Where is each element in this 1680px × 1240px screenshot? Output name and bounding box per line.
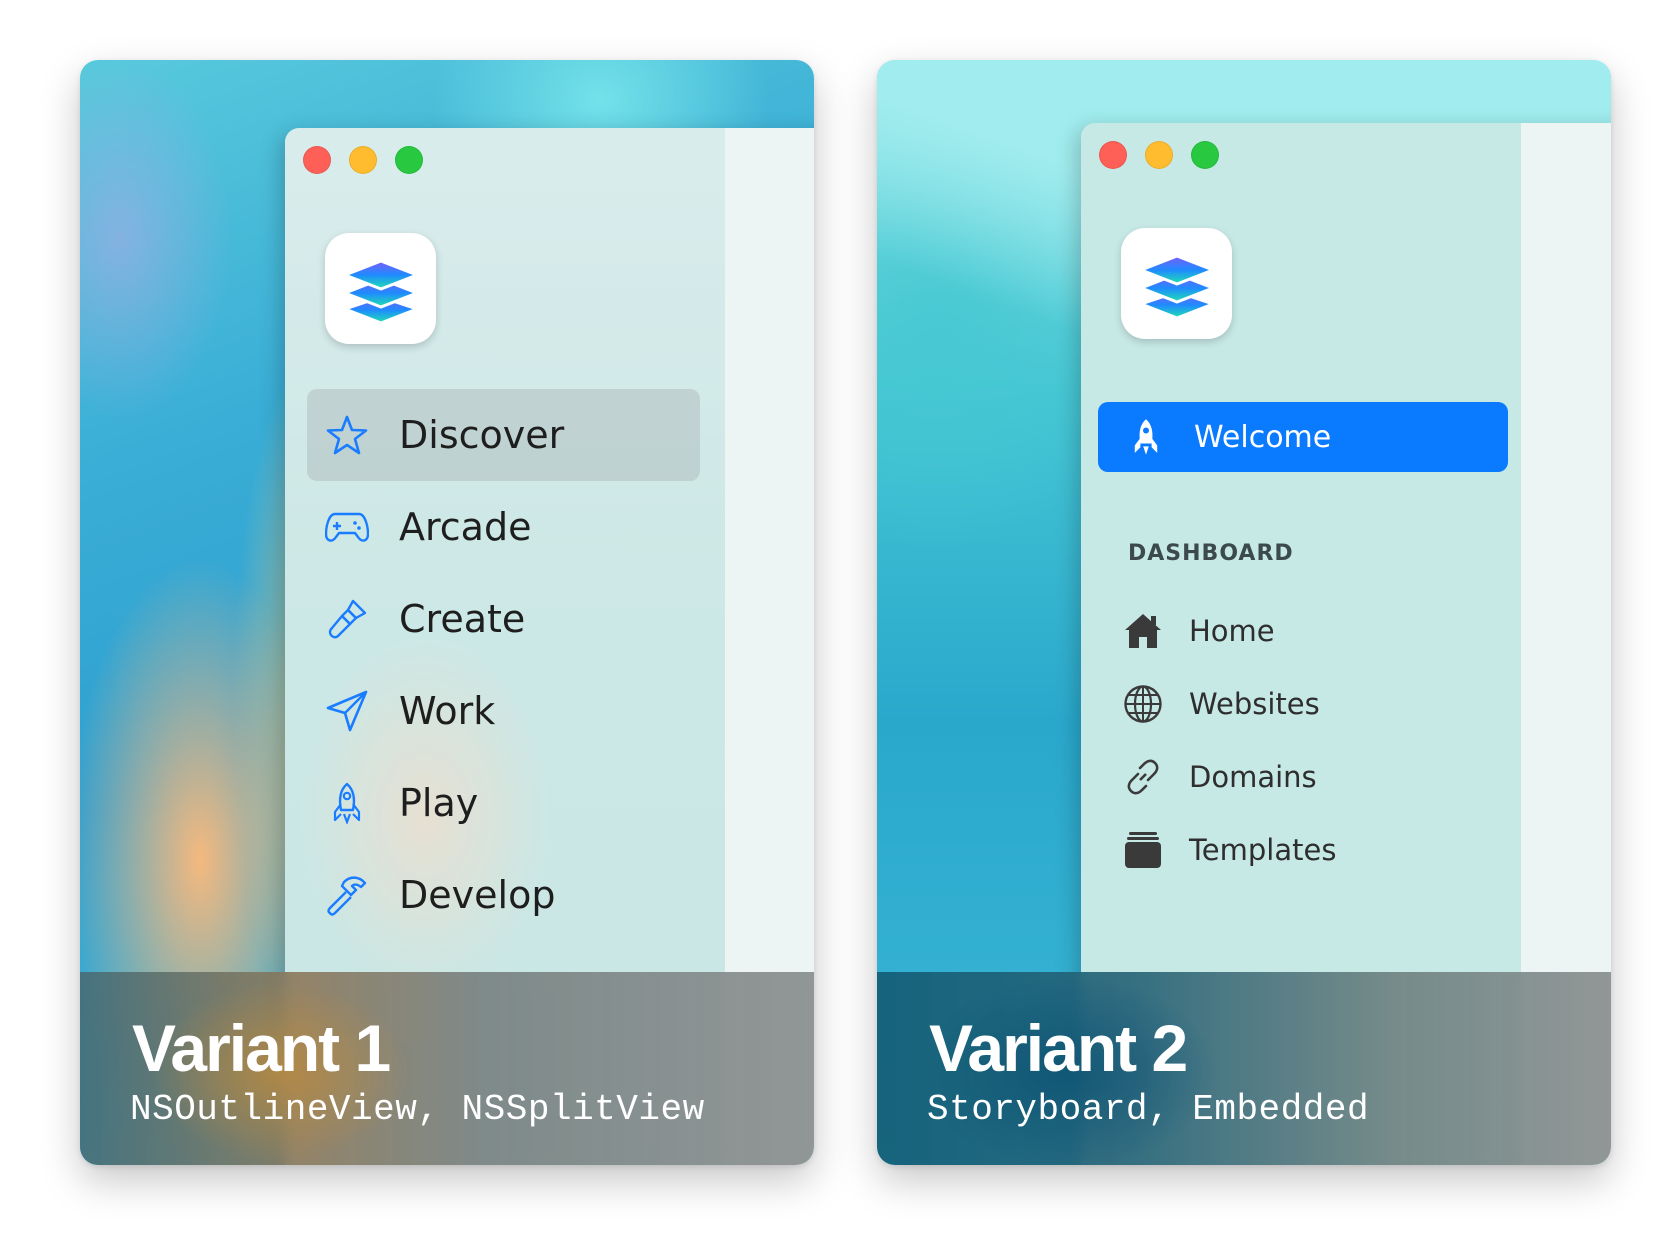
variant-title: Variant 2 [929, 1011, 1188, 1085]
layers-stack-icon [343, 259, 418, 324]
sidebar-item-label: Welcome [1194, 419, 1332, 455]
sidebar-item-websites[interactable]: Websites [1121, 674, 1320, 734]
variant-title: Variant 1 [132, 1011, 391, 1085]
sidebar-item-templates[interactable]: Templates [1121, 820, 1336, 880]
minimize-button[interactable] [349, 146, 377, 174]
sidebar-item-label: Home [1189, 614, 1275, 648]
minimize-button[interactable] [1145, 141, 1173, 169]
sidebar-item-home[interactable]: Home [1121, 601, 1275, 661]
app-icon [1121, 228, 1232, 339]
sidebar-item-label: Domains [1189, 760, 1317, 794]
sidebar-item-welcome[interactable]: Welcome [1098, 402, 1508, 472]
sidebar-item-develop[interactable]: Develop [307, 849, 700, 941]
globe-icon [1121, 682, 1165, 726]
link-icon [1121, 755, 1165, 799]
variant-subtitle: Storyboard, Embedded [927, 1089, 1370, 1130]
sidebar-item-domains[interactable]: Domains [1121, 747, 1317, 807]
caption-bar: Variant 1 NSOutlineView, NSSplitView [80, 972, 814, 1165]
paperplane-icon [325, 689, 369, 733]
variant-1-card: Discover Arcade Create Work Play Develop… [80, 60, 814, 1165]
close-button[interactable] [303, 146, 331, 174]
section-header-dashboard: DASHBOARD [1128, 541, 1294, 566]
sidebar-item-label: Templates [1189, 833, 1337, 867]
sidebar-item-label: Play [399, 781, 479, 825]
sidebar-item-label: Work [399, 689, 496, 733]
close-button[interactable] [1099, 141, 1127, 169]
sidebar-item-arcade[interactable]: Arcade [307, 481, 700, 573]
sidebar-item-discover[interactable]: Discover [307, 389, 700, 481]
variant-subtitle: NSOutlineView, NSSplitView [130, 1089, 705, 1130]
sidebar-item-label: Websites [1189, 687, 1320, 721]
sidebar-item-label: Create [399, 597, 526, 641]
tray-stack-icon [1121, 828, 1165, 872]
gamecontroller-icon [325, 505, 369, 549]
sidebar-item-work[interactable]: Work [307, 665, 700, 757]
app-icon [325, 233, 436, 344]
sidebar-item-label: Discover [399, 413, 565, 457]
sidebar-item-label: Develop [399, 873, 556, 917]
traffic-lights [1099, 141, 1219, 169]
zoom-button[interactable] [395, 146, 423, 174]
caption-bar: Variant 2 Storyboard, Embedded [877, 972, 1611, 1165]
hammer-icon [325, 873, 369, 917]
layers-stack-icon [1139, 254, 1214, 319]
zoom-button[interactable] [1191, 141, 1219, 169]
sidebar-item-play[interactable]: Play [307, 757, 700, 849]
paintbrush-icon [325, 597, 369, 641]
rocket-icon [325, 781, 369, 825]
rocket-icon [1126, 417, 1166, 457]
sidebar-item-label: Arcade [399, 505, 532, 549]
house-icon [1121, 609, 1165, 653]
variant-2-card: Welcome DASHBOARD Home Websites Domains … [877, 60, 1611, 1165]
star-icon [325, 413, 369, 457]
sidebar-item-create[interactable]: Create [307, 573, 700, 665]
traffic-lights [303, 146, 423, 174]
